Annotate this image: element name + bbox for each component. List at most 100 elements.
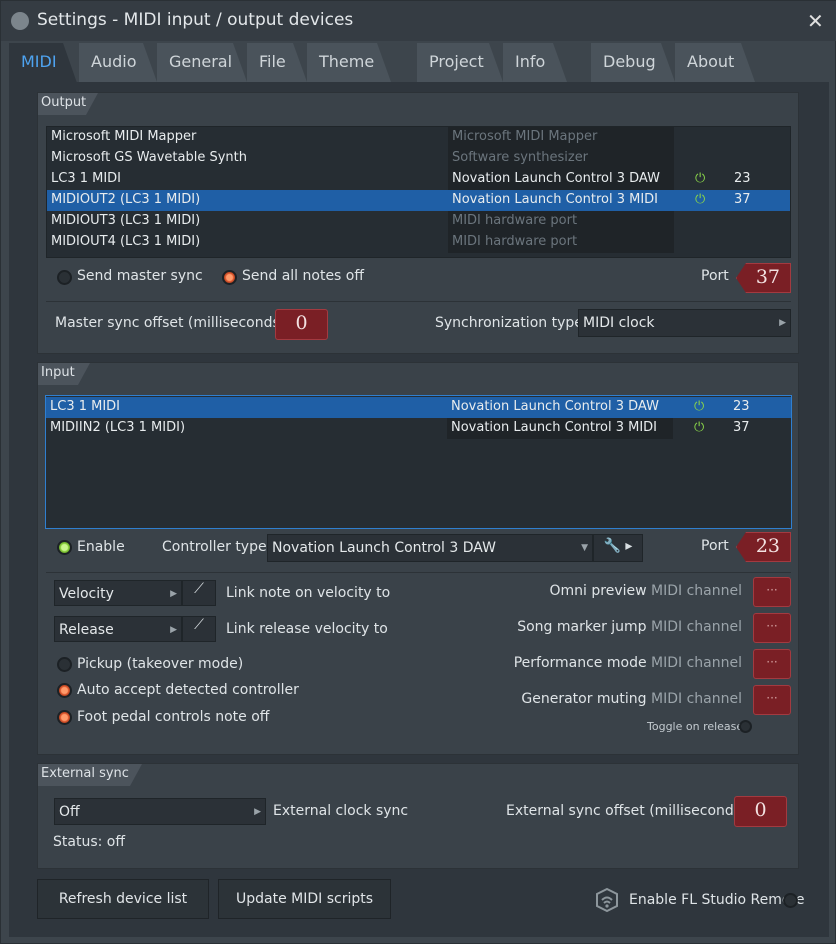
output-row-selected[interactable]: MIDIOUT2 (LC3 1 MIDI) Novation Launch Co… xyxy=(47,190,790,211)
sync-type-label: Synchronization type xyxy=(435,315,583,331)
tab-info[interactable]: Info xyxy=(503,43,567,82)
generator-muting-channel[interactable]: ··· xyxy=(753,685,791,715)
output-port-label: Port xyxy=(701,268,729,284)
output-row[interactable]: MIDIOUT3 (LC3 1 MIDI) MIDI hardware port xyxy=(47,211,790,232)
chevron-down-icon: ▼ xyxy=(581,543,588,553)
external-sync-offset-label: External sync offset (milliseconds) xyxy=(506,803,747,819)
velocity-value: Velocity xyxy=(59,586,114,602)
external-sync-mode-select[interactable]: Off ▶ xyxy=(54,798,266,825)
foot-pedal-radio[interactable] xyxy=(57,710,72,725)
input-header: Input xyxy=(38,363,90,385)
enable-label: Enable xyxy=(77,539,125,555)
external-sync-panel: External sync Off ▶ External clock sync … xyxy=(37,763,799,869)
output-row[interactable]: Microsoft MIDI Mapper Microsoft MIDI Map… xyxy=(47,127,790,148)
device-controller: Novation Launch Control 3 MIDI xyxy=(451,420,658,435)
output-row[interactable]: Microsoft GS Wavetable Synth Software sy… xyxy=(47,148,790,169)
tab-general[interactable]: General xyxy=(157,43,247,82)
chevron-right-icon: ▶ xyxy=(254,807,261,817)
velocity-link-label: Link note on velocity to xyxy=(226,585,391,601)
input-port-label: Port xyxy=(701,538,729,554)
power-icon[interactable]: ⏻ xyxy=(695,192,705,207)
omni-preview-label: Omni preview MIDI channel xyxy=(549,583,742,599)
release-select[interactable]: Release ▶ xyxy=(54,616,182,642)
tab-file[interactable]: File xyxy=(247,43,307,82)
window-title: Settings - MIDI input / output devices xyxy=(37,10,354,30)
input-port-display[interactable]: 23 xyxy=(736,532,791,562)
performance-mode-label: Performance mode MIDI channel xyxy=(513,655,742,671)
device-name: Microsoft GS Wavetable Synth xyxy=(51,150,248,165)
output-panel: Output Microsoft MIDI Mapper Microsoft M… xyxy=(37,92,799,354)
output-port-display[interactable]: 37 xyxy=(736,263,791,293)
generator-muting-label: Generator muting MIDI channel xyxy=(521,691,742,707)
tab-midi[interactable]: MIDI xyxy=(9,43,77,83)
enable-fl-studio-remote-radio[interactable] xyxy=(783,893,798,908)
update-midi-scripts-button[interactable]: Update MIDI scripts xyxy=(218,879,391,919)
link-icon[interactable]: ⟋ xyxy=(182,616,216,642)
refresh-device-list-button[interactable]: Refresh device list xyxy=(37,879,209,919)
tab-about[interactable]: About xyxy=(675,43,755,82)
song-marker-jump-channel[interactable]: ··· xyxy=(753,613,791,643)
chevron-right-icon: ▶ xyxy=(170,625,177,635)
auto-accept-label: Auto accept detected controller xyxy=(77,682,299,698)
input-device-list[interactable]: LC3 1 MIDI Novation Launch Control 3 DAW… xyxy=(45,395,792,529)
settings-window: Settings - MIDI input / output devices ✕… xyxy=(0,0,836,944)
master-sync-offset-value[interactable]: 0 xyxy=(275,309,328,340)
wrench-icon[interactable]: 🔧 ▸ xyxy=(593,534,643,562)
send-master-sync-label: Send master sync xyxy=(77,268,203,284)
controller-type-label: Controller type xyxy=(162,539,267,555)
release-value: Release xyxy=(59,622,114,638)
send-all-notes-off-radio[interactable] xyxy=(222,270,237,285)
controller-type-value: Novation Launch Control 3 DAW xyxy=(272,540,496,556)
external-sync-header: External sync xyxy=(38,764,142,786)
controller-type-select[interactable]: Novation Launch Control 3 DAW ▼ xyxy=(267,534,593,562)
sync-type-select[interactable]: MIDI clock ▶ xyxy=(578,309,791,337)
chevron-right-icon: ▶ xyxy=(170,589,177,599)
toggle-on-release-radio[interactable] xyxy=(739,720,752,733)
device-port: 23 xyxy=(734,171,751,186)
output-device-list[interactable]: Microsoft MIDI Mapper Microsoft MIDI Map… xyxy=(46,126,791,258)
power-icon[interactable]: ⏻ xyxy=(694,420,704,435)
device-controller: MIDI hardware port xyxy=(452,234,578,249)
divider xyxy=(46,572,791,573)
device-controller: Novation Launch Control 3 DAW xyxy=(451,399,659,414)
send-all-notes-off-label: Send all notes off xyxy=(242,268,365,284)
device-controller: Software synthesizer xyxy=(452,150,589,165)
master-sync-offset-label: Master sync offset (milliseconds) xyxy=(55,315,286,331)
external-sync-status: Status: off xyxy=(53,834,125,850)
device-controller: MIDI hardware port xyxy=(452,213,578,228)
device-controller: Novation Launch Control 3 MIDI xyxy=(452,192,659,207)
tab-audio[interactable]: Audio xyxy=(79,43,157,82)
pickup-radio[interactable] xyxy=(57,657,72,672)
tab-project[interactable]: Project xyxy=(417,43,503,82)
input-row-selected[interactable]: LC3 1 MIDI Novation Launch Control 3 DAW… xyxy=(46,397,791,418)
omni-preview-channel[interactable]: ··· xyxy=(753,577,791,607)
link-icon[interactable]: ⟋ xyxy=(182,580,216,606)
input-row[interactable]: MIDIIN2 (LC3 1 MIDI) Novation Launch Con… xyxy=(46,418,791,439)
power-icon[interactable]: ⏻ xyxy=(694,399,704,414)
tab-debug[interactable]: Debug xyxy=(591,43,675,82)
pickup-label: Pickup (takeover mode) xyxy=(77,656,244,672)
release-link-label: Link release velocity to xyxy=(226,621,388,637)
toggle-on-release-label: Toggle on release xyxy=(647,720,744,733)
enable-radio[interactable] xyxy=(57,540,72,555)
foot-pedal-label: Foot pedal controls note off xyxy=(77,709,270,725)
device-name: Microsoft MIDI Mapper xyxy=(51,129,197,144)
performance-mode-channel[interactable]: ··· xyxy=(753,649,791,679)
close-icon[interactable]: ✕ xyxy=(807,9,824,33)
external-sync-offset-value[interactable]: 0 xyxy=(734,796,787,827)
device-name: LC3 1 MIDI xyxy=(51,171,122,186)
output-row[interactable]: LC3 1 MIDI Novation Launch Control 3 DAW… xyxy=(47,169,790,190)
auto-accept-radio[interactable] xyxy=(57,683,72,698)
output-row[interactable]: MIDIOUT4 (LC3 1 MIDI) MIDI hardware port xyxy=(47,232,790,253)
send-master-sync-radio[interactable] xyxy=(57,270,72,285)
input-panel: Input LC3 1 MIDI Novation Launch Control… xyxy=(37,362,799,755)
external-sync-mode-value: Off xyxy=(59,804,80,820)
output-header: Output xyxy=(38,93,98,115)
power-icon[interactable]: ⏻ xyxy=(695,171,705,186)
fl-remote-icon xyxy=(594,887,620,913)
tab-theme[interactable]: Theme xyxy=(307,43,391,82)
sync-type-value: MIDI clock xyxy=(583,315,655,331)
device-controller: Microsoft MIDI Mapper xyxy=(452,129,598,144)
device-controller: Novation Launch Control 3 DAW xyxy=(452,171,660,186)
velocity-select[interactable]: Velocity ▶ xyxy=(54,580,182,606)
